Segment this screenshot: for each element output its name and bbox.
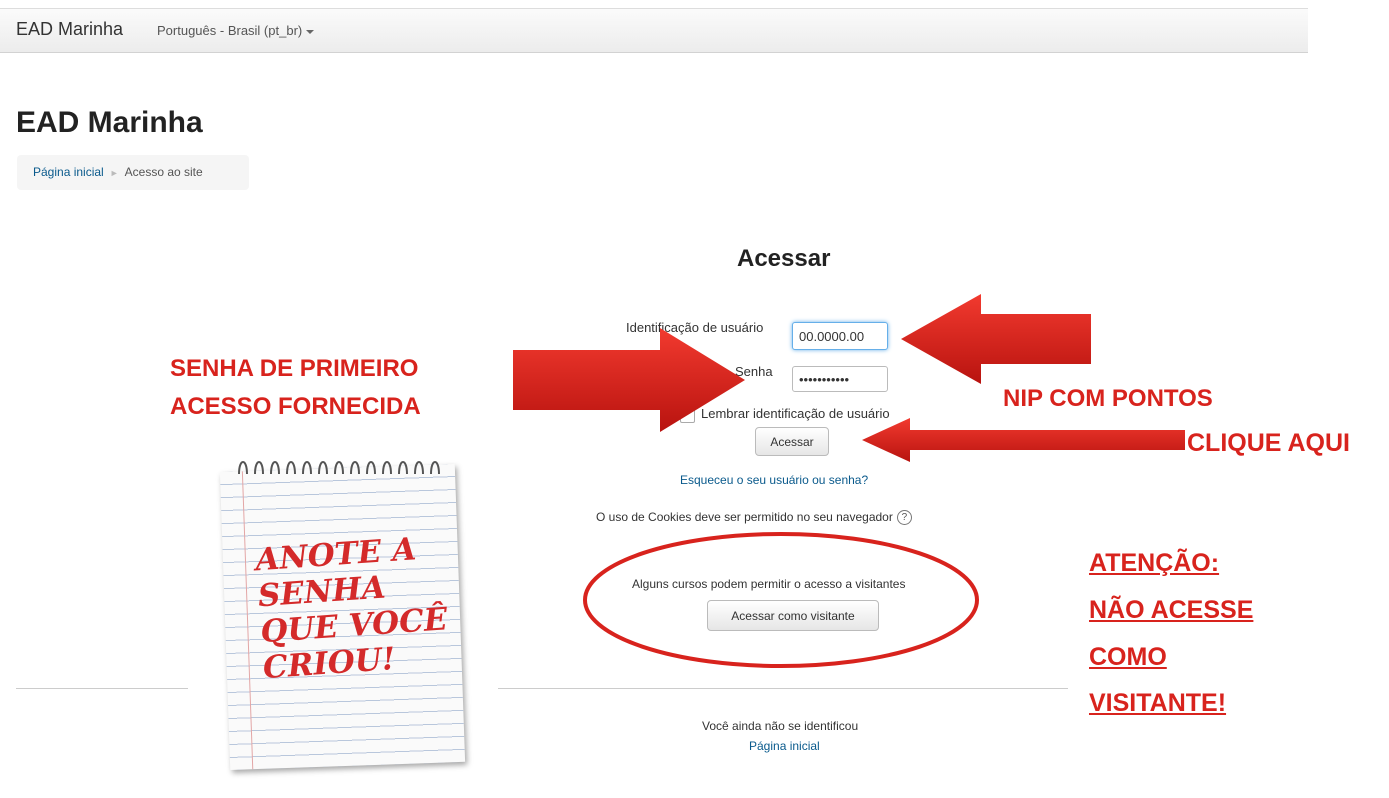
login-title: Acessar bbox=[737, 245, 831, 272]
warning-line-1: ATENÇÃO: bbox=[1089, 549, 1220, 577]
notepad-note: ANOTE A SENHA QUE VOCÊ CRIOU! bbox=[254, 528, 474, 686]
navbar: EAD Marinha Português - Brasil (pt_br) bbox=[0, 8, 1308, 53]
annotation-first-password-2: ACESSO FORNECIDA bbox=[170, 393, 421, 420]
footer-home-link[interactable]: Página inicial bbox=[749, 739, 820, 753]
breadcrumb-current: Acesso ao site bbox=[124, 165, 203, 179]
cookies-notice: O uso de Cookies deve ser permitido no s… bbox=[596, 510, 912, 526]
breadcrumb: Página inicial ► Acesso ao site bbox=[17, 155, 249, 190]
warning-line-3: COMO bbox=[1089, 643, 1167, 671]
language-selector[interactable]: Português - Brasil (pt_br) bbox=[157, 23, 315, 38]
username-input[interactable] bbox=[792, 322, 888, 350]
notepad-margin-line bbox=[241, 471, 254, 770]
cookies-text: O uso de Cookies deve ser permitido no s… bbox=[596, 510, 893, 524]
warning-line-4: VISITANTE! bbox=[1089, 689, 1227, 717]
page-title: EAD Marinha bbox=[16, 106, 203, 139]
arrow-right-password-icon bbox=[513, 328, 745, 432]
login-button[interactable]: Acessar bbox=[755, 427, 829, 456]
breadcrumb-home-link[interactable]: Página inicial bbox=[33, 165, 104, 179]
arrow-left-username-icon bbox=[901, 294, 1091, 384]
breadcrumb-separator-icon: ► bbox=[109, 168, 119, 178]
forgot-password-link[interactable]: Esqueceu o seu usuário ou senha? bbox=[680, 473, 868, 487]
language-label: Português - Brasil (pt_br) bbox=[157, 23, 303, 38]
notepad-illustration: ANOTE A SENHA QUE VOCÊ CRIOU! bbox=[215, 440, 470, 771]
help-icon[interactable]: ? bbox=[896, 510, 912, 526]
brand-link[interactable]: EAD Marinha bbox=[16, 19, 123, 40]
annotation-first-password-1: SENHA DE PRIMEIRO bbox=[170, 355, 419, 382]
warning-line-2: NÃO ACESSE bbox=[1089, 596, 1254, 624]
arrow-left-button-icon bbox=[862, 418, 1185, 462]
chevron-down-icon bbox=[306, 29, 315, 34]
divider-right bbox=[498, 688, 1068, 689]
annotation-click-here: CLIQUE AQUI bbox=[1187, 429, 1350, 457]
notepad-spiral-icon bbox=[238, 461, 440, 475]
divider-left bbox=[16, 688, 188, 689]
guest-highlight-circle-icon bbox=[583, 532, 979, 668]
annotation-nip: NIP COM PONTOS bbox=[1003, 385, 1213, 412]
login-status: Você ainda não se identificou bbox=[702, 719, 859, 733]
password-input[interactable] bbox=[792, 366, 888, 392]
